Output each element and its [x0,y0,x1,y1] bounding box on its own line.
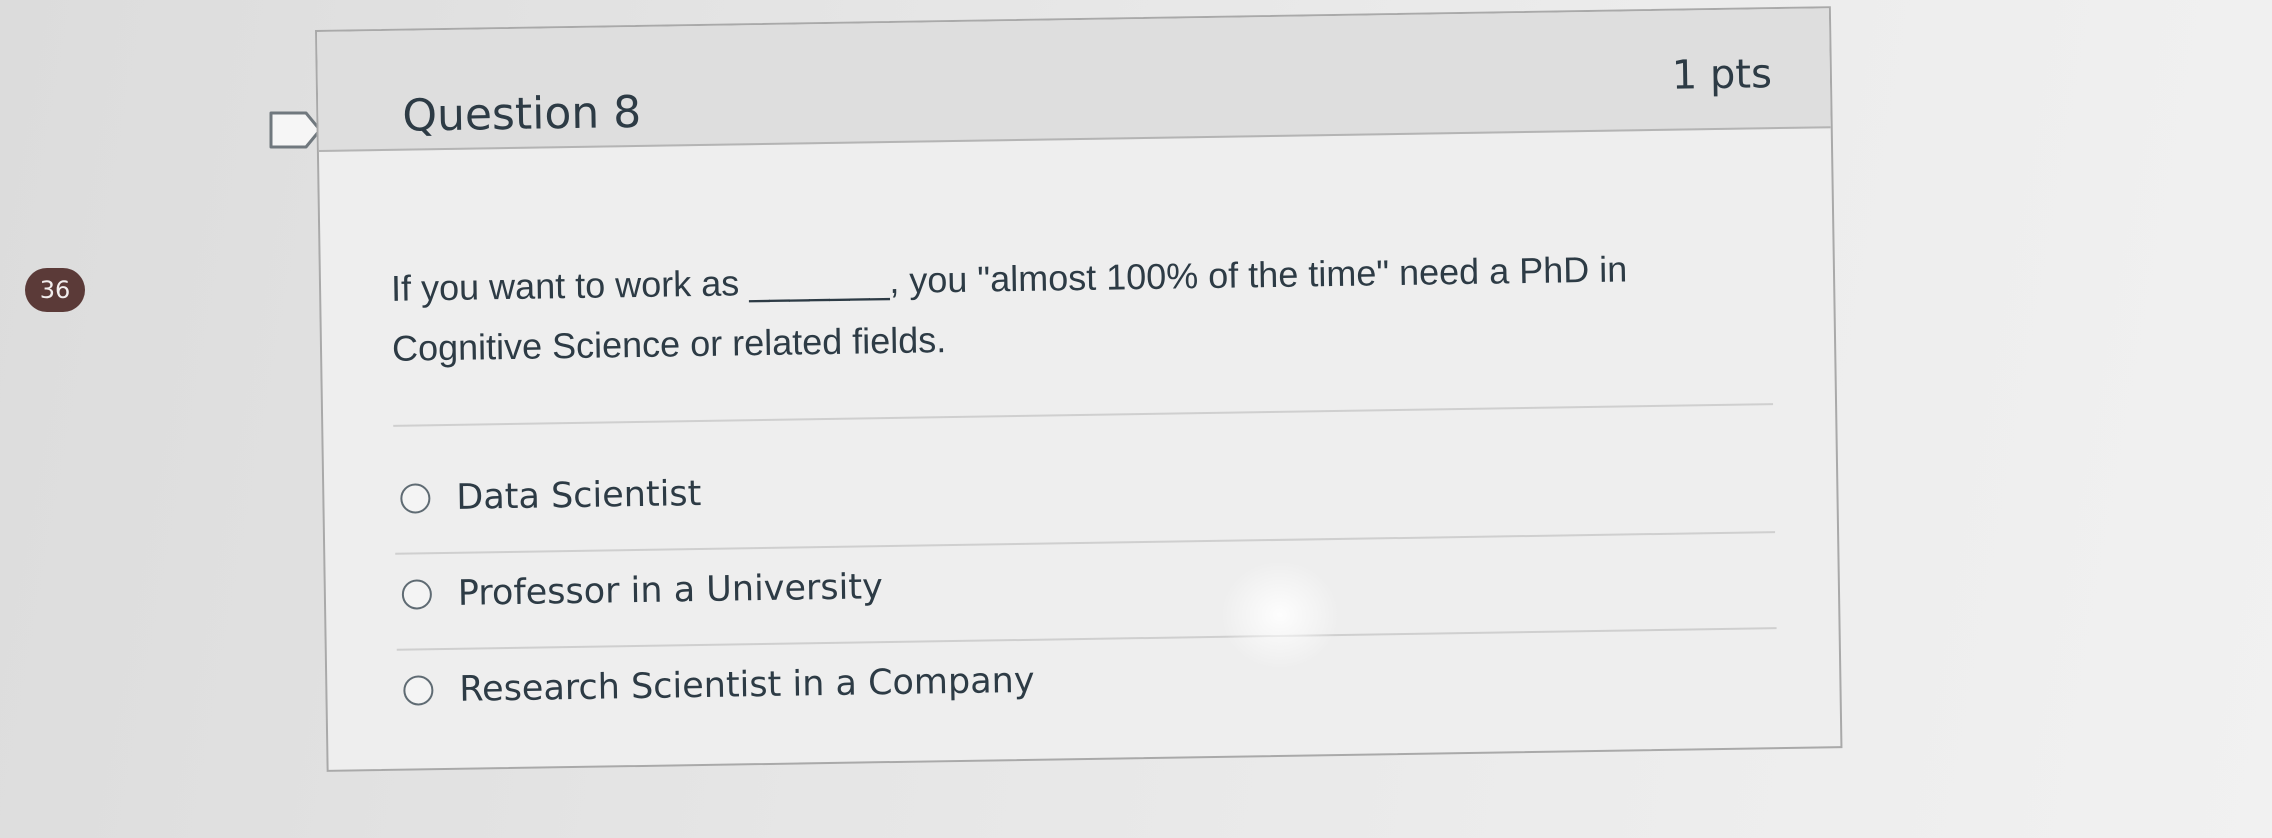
answer-label: Professor in a University [457,567,884,614]
radio-empty-icon[interactable] [403,675,434,706]
radio-empty-icon[interactable] [401,579,433,610]
answer-divider [396,627,1777,651]
answers-divider [393,403,1774,427]
answer-label: Data Scientist [456,473,702,518]
answer-option-research-scientist[interactable]: Research Scientist in a Company [403,653,1035,719]
question-text: If you want to work as _______, you "alm… [391,237,1773,379]
question-header: Question 8 1 pts [317,8,1831,152]
screen: 36 Question 8 1 pts If you want to work … [0,0,2272,838]
answer-divider [395,531,1776,555]
answer-option-professor[interactable]: Professor in a University [401,559,883,623]
answer-option-data-scientist[interactable]: Data Scientist [400,466,702,527]
answer-label: Research Scientist in a Company [459,660,1035,710]
radio-empty-icon[interactable] [400,483,431,514]
question-card: Question 8 1 pts If you want to work as … [315,6,1843,772]
question-counter-badge: 36 [25,268,85,312]
question-title: Question 8 [401,86,642,142]
question-points: 1 pts [1671,51,1773,99]
